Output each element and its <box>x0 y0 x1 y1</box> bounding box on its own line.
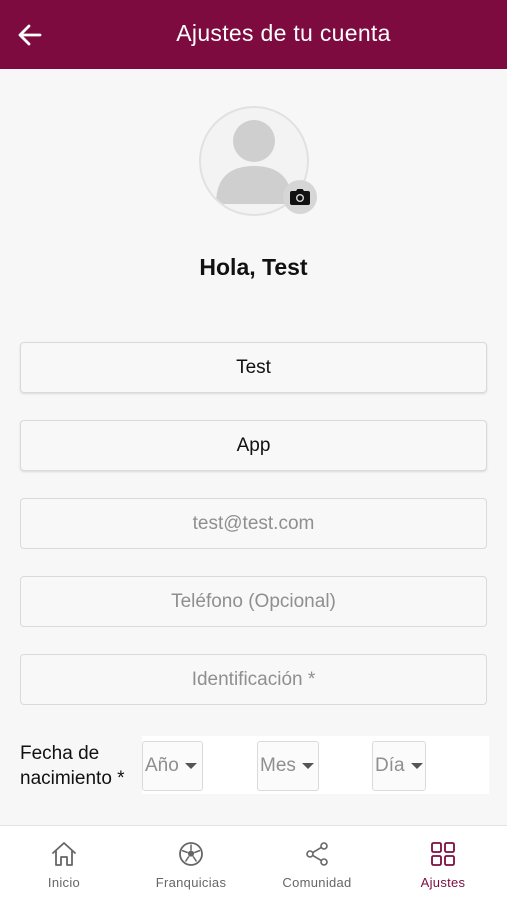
first-name-field[interactable] <box>20 342 487 393</box>
bottom-nav: Inicio Franquicias Comunidad Ajustes <box>0 825 507 900</box>
identification-field[interactable] <box>20 654 487 705</box>
soccer-ball-icon <box>178 840 204 868</box>
nav-item-comunidad[interactable]: Comunidad <box>276 826 358 900</box>
day-select[interactable]: Día <box>372 741 426 791</box>
month-select-value: Mes <box>260 755 296 776</box>
last-name-field[interactable] <box>20 420 487 471</box>
nav-item-ajustes[interactable]: Ajustes <box>410 826 476 900</box>
phone-field[interactable] <box>20 576 487 627</box>
last-name-input[interactable] <box>21 421 486 470</box>
nav-label: Franquicias <box>155 875 227 890</box>
share-icon <box>304 840 330 868</box>
nav-item-franquicias[interactable]: Franquicias <box>150 826 232 900</box>
identification-input[interactable] <box>21 655 486 704</box>
nav-label: Comunidad <box>282 875 352 890</box>
greeting: Hola, Test <box>199 254 308 280</box>
birthdate-label: Fecha de nacimiento * <box>20 743 125 789</box>
page-title: Ajustes de tu cuenta <box>176 20 391 46</box>
grid-icon <box>430 840 456 868</box>
nav-item-inicio[interactable]: Inicio <box>34 826 94 900</box>
month-select[interactable]: Mes <box>257 741 319 791</box>
chevron-down-icon <box>410 763 423 769</box>
nav-label: Inicio <box>47 875 81 890</box>
year-select-value: Año <box>145 755 179 776</box>
camera-icon <box>290 189 310 205</box>
app-bar: Ajustes de tu cuenta <box>0 0 507 69</box>
nav-label: Ajustes <box>420 875 466 890</box>
day-select-value: Día <box>375 755 405 776</box>
chevron-down-icon <box>301 763 314 769</box>
change-photo-button[interactable] <box>283 180 317 214</box>
home-icon <box>50 840 78 868</box>
email-field[interactable] <box>20 498 487 549</box>
email-input[interactable] <box>21 499 486 548</box>
first-name-input[interactable] <box>21 343 486 392</box>
chevron-down-icon <box>184 763 197 769</box>
year-select[interactable]: Año <box>142 741 203 791</box>
phone-input[interactable] <box>21 577 486 626</box>
